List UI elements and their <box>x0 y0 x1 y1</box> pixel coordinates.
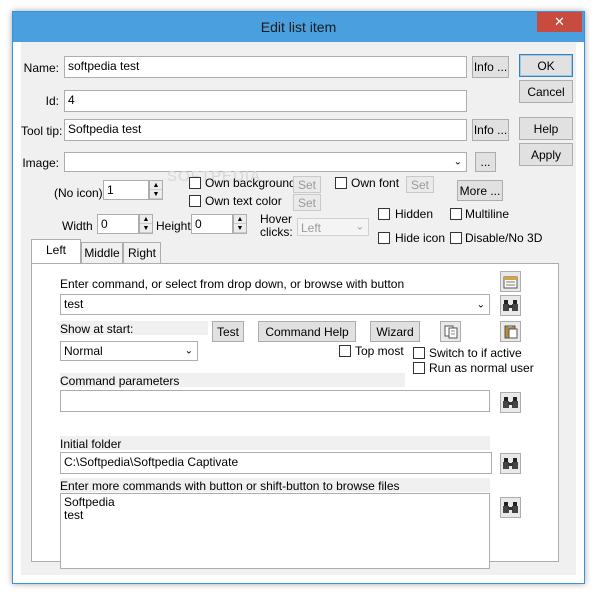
hover-label-line2: clicks: <box>260 225 293 239</box>
apply-button[interactable]: Apply <box>519 143 573 166</box>
multiline-checkbox[interactable] <box>450 208 462 220</box>
tab-right[interactable]: Right <box>123 242 161 263</box>
tooltip-input[interactable]: Softpedia test <box>64 119 467 141</box>
more-commands-line: test <box>64 508 84 522</box>
spin-up-icon[interactable]: ▲ <box>140 215 152 224</box>
binoculars-browse-icon[interactable] <box>500 295 521 316</box>
disable-no3d-checkbox[interactable] <box>450 232 462 244</box>
copy-document-icon[interactable] <box>440 321 461 342</box>
noicon-label: (No icon) <box>54 186 103 200</box>
width-spinner[interactable]: ▲ ▼ <box>139 214 153 234</box>
tab-left[interactable]: Left <box>31 239 81 263</box>
hidden-label: Hidden <box>395 207 434 221</box>
help-button[interactable]: Help <box>519 117 573 140</box>
set-text-color-button[interactable]: Set <box>293 194 321 211</box>
left-tab-panel: Enter command, or select from drop down,… <box>31 263 559 569</box>
command-params-input[interactable] <box>60 390 490 412</box>
width-input[interactable]: 0 <box>97 214 139 234</box>
noicon-input[interactable]: 1 <box>103 180 149 200</box>
binoculars-browse-icon[interactable] <box>500 392 521 413</box>
hover-clicks-value: Left <box>301 221 322 235</box>
disable-no3d-label: Disable/No 3D <box>465 231 543 245</box>
wizard-button[interactable]: Wizard <box>370 321 420 342</box>
info-name-button[interactable]: Info ... <box>472 56 509 78</box>
own-text-color-checkbox[interactable] <box>189 195 201 207</box>
image-select[interactable]: ⌄ <box>64 152 467 172</box>
info-tooltip-button[interactable]: Info ... <box>472 119 509 141</box>
spin-down-icon[interactable]: ▼ <box>234 224 246 233</box>
top-most-checkbox[interactable] <box>339 345 351 357</box>
multiline-label: Multiline <box>465 207 510 221</box>
set-background-button[interactable]: Set <box>293 176 321 193</box>
chevron-down-icon: ⌄ <box>355 221 364 233</box>
switch-if-active-label: Switch to if active <box>429 346 522 360</box>
height-label: Height <box>156 219 191 233</box>
more-commands-label: Enter more commands with button or shift… <box>60 479 400 493</box>
initial-folder-bar <box>60 436 490 450</box>
own-text-color-label: Own text color <box>205 194 282 208</box>
spin-down-icon[interactable]: ▼ <box>150 190 162 199</box>
tooltip-label: Tool tip: <box>21 124 63 138</box>
id-input[interactable]: 4 <box>64 90 467 112</box>
image-browse-button[interactable]: ... <box>475 152 496 172</box>
own-font-label: Own font <box>351 176 400 190</box>
show-at-start-value: Normal <box>64 344 103 358</box>
ok-button[interactable]: OK <box>519 54 573 77</box>
command-select[interactable]: test ⌄ <box>60 294 490 315</box>
hidden-checkbox[interactable] <box>378 208 390 220</box>
spin-up-icon[interactable]: ▲ <box>150 181 162 190</box>
chevron-down-icon: ⌄ <box>476 299 485 310</box>
cancel-button[interactable]: Cancel <box>519 80 573 103</box>
run-as-normal-user-label: Run as normal user <box>429 361 534 375</box>
name-input[interactable]: softpedia test <box>64 56 467 78</box>
binoculars-browse-icon[interactable] <box>500 453 521 474</box>
window-title: Edit list item <box>260 19 337 35</box>
more-button[interactable]: More ... <box>457 180 503 201</box>
noicon-spinner[interactable]: ▲ ▼ <box>149 180 163 200</box>
hover-clicks-select[interactable]: Left ⌄ <box>297 218 369 236</box>
edit-list-item-window: Edit list item ✕ Name: softpedia test In… <box>12 11 585 584</box>
own-font-checkbox[interactable] <box>335 177 347 189</box>
top-most-label: Top most <box>355 344 404 358</box>
initial-folder-label: Initial folder <box>60 437 122 451</box>
hide-icon-label: Hide icon <box>395 231 446 245</box>
name-label: Name: <box>23 61 59 75</box>
set-font-button[interactable]: Set <box>406 176 434 193</box>
chevron-down-icon: ⌄ <box>184 345 193 357</box>
spin-down-icon[interactable]: ▼ <box>140 224 152 233</box>
clipboard-paste-icon[interactable] <box>500 321 521 342</box>
switch-if-active-checkbox[interactable] <box>413 347 425 359</box>
image-label: Image: <box>22 156 59 170</box>
calendar-browse-icon[interactable] <box>500 271 521 292</box>
height-input[interactable]: 0 <box>191 214 233 234</box>
binoculars-browse-icon[interactable] <box>500 497 521 518</box>
id-label: Id: <box>45 94 59 108</box>
run-as-normal-user-checkbox[interactable] <box>413 362 425 374</box>
command-help-button[interactable]: Command Help <box>258 321 356 342</box>
command-label: Enter command, or select from drop down,… <box>60 277 405 291</box>
tab-middle[interactable]: Middle <box>81 242 123 263</box>
more-commands-line: Softpedia <box>64 495 115 509</box>
command-value: test <box>64 297 84 311</box>
more-commands-textarea[interactable]: Softpedia test <box>60 493 490 569</box>
dialog-body: Name: softpedia test Info ... OK Cancel … <box>21 42 576 575</box>
command-params-label: Command parameters <box>60 374 180 388</box>
test-button[interactable]: Test <box>212 321 244 342</box>
initial-folder-input[interactable]: C:\Softpedia\Softpedia Captivate <box>60 452 492 474</box>
chevron-down-icon: ⌄ <box>453 156 462 168</box>
spin-up-icon[interactable]: ▲ <box>234 215 246 224</box>
title-bar: Edit list item ✕ <box>13 12 584 42</box>
hide-icon-checkbox[interactable] <box>378 232 390 244</box>
width-label: Width <box>62 219 93 233</box>
height-spinner[interactable]: ▲ ▼ <box>233 214 247 234</box>
show-at-start-select[interactable]: Normal ⌄ <box>60 341 198 361</box>
close-button[interactable]: ✕ <box>537 12 582 32</box>
own-background-checkbox[interactable] <box>189 177 201 189</box>
show-at-start-label: Show at start: <box>60 322 134 336</box>
own-background-label: Own background <box>205 176 296 190</box>
